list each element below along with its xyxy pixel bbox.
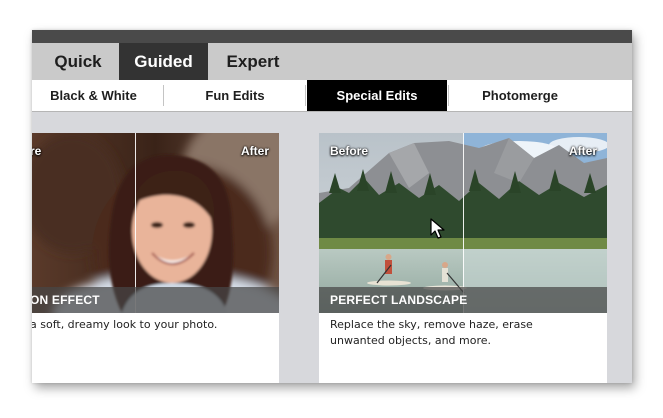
- tab-guided[interactable]: Guided: [119, 43, 208, 80]
- before-after-divider[interactable]: [463, 133, 464, 313]
- subtab-black-white[interactable]: Black & White: [32, 80, 155, 111]
- guided-edit-window: Quick Guided Expert Black & White Fun Ed…: [32, 30, 632, 383]
- subtab-fun-edits[interactable]: Fun Edits: [165, 80, 305, 111]
- mode-bar: Quick Guided Expert: [32, 43, 632, 80]
- tab-quick[interactable]: Quick: [38, 43, 118, 80]
- card-preview-image: Before After PERFECT LANDSCAPE: [319, 133, 607, 313]
- tab-separator: [163, 85, 164, 106]
- card-preview-image: re After ON EFFECT: [32, 133, 279, 313]
- before-label: re: [32, 144, 42, 158]
- card-perfect-landscape[interactable]: Before After PERFECT LANDSCAPE Replace t…: [319, 133, 607, 383]
- card-depth-effect[interactable]: re After ON EFFECT a soft, dreamy look t…: [32, 133, 279, 383]
- before-label: Before: [330, 144, 369, 158]
- mouse-pointer-icon: [430, 218, 445, 239]
- subtab-photomerge[interactable]: Photomerge: [450, 80, 590, 111]
- card-caption-bar: PERFECT LANDSCAPE: [319, 287, 607, 313]
- after-label: After: [240, 144, 269, 158]
- tab-separator: [305, 85, 306, 106]
- card-description: Replace the sky, remove haze, erase unwa…: [330, 318, 533, 347]
- card-title: ON EFFECT: [32, 293, 100, 307]
- after-label: After: [568, 144, 597, 158]
- card-title: PERFECT LANDSCAPE: [330, 293, 468, 307]
- tab-separator: [448, 85, 449, 106]
- subtab-special-edits[interactable]: Special Edits: [307, 80, 447, 111]
- guided-category-tabs: Black & White Fun Edits Special Edits Ph…: [32, 80, 632, 112]
- card-caption-bar: ON EFFECT: [32, 287, 279, 313]
- title-bar: [32, 30, 632, 43]
- card-description: a soft, dreamy look to your photo.: [32, 318, 218, 331]
- before-after-divider[interactable]: [135, 133, 136, 313]
- tab-expert[interactable]: Expert: [210, 43, 296, 80]
